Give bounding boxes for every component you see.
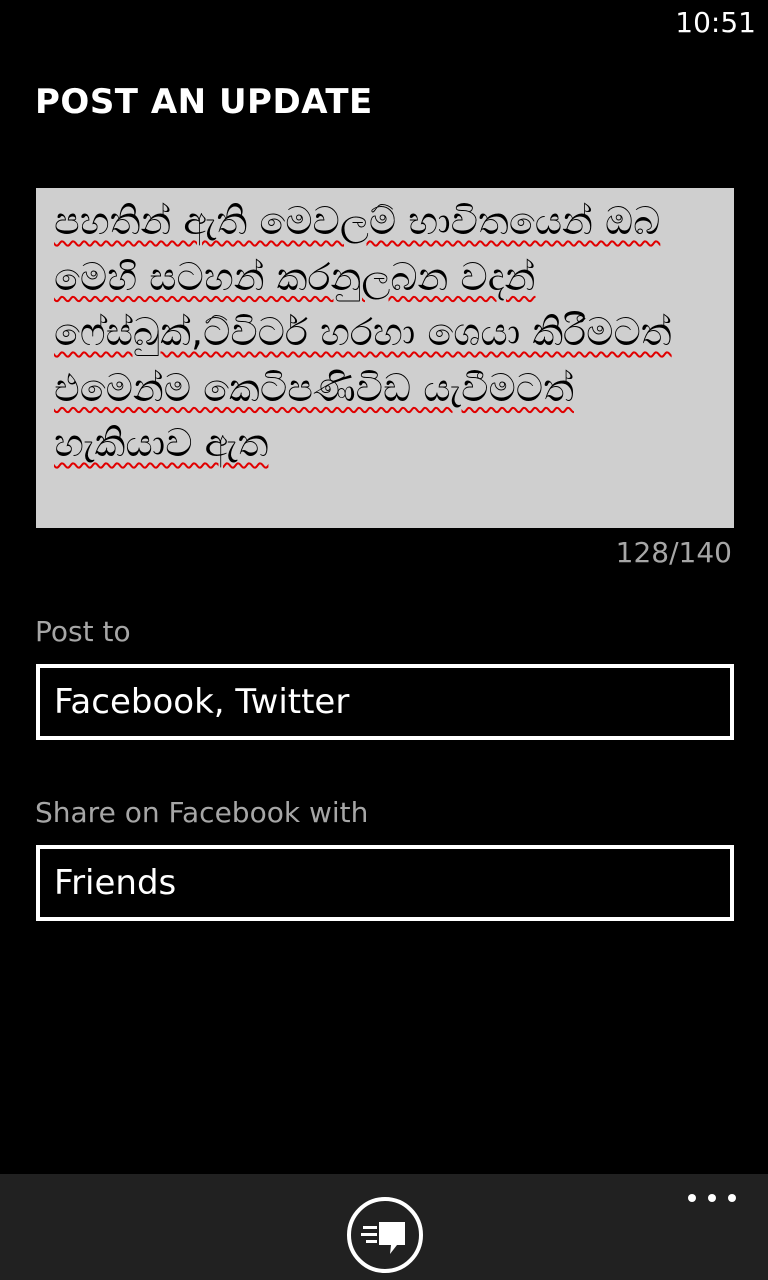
post-message-icon [361, 1222, 405, 1254]
message-text: පහතින් ඇති මෙවලම් භාවිතයෙන් ඔබ මෙහි සටහන… [54, 199, 672, 465]
ellipsis-icon [688, 1194, 696, 1202]
ellipsis-icon [708, 1194, 716, 1202]
post-to-picker[interactable]: Facebook, Twitter [36, 664, 734, 740]
share-with-value: Friends [54, 863, 177, 903]
post-button[interactable] [347, 1197, 423, 1273]
more-options-button[interactable] [688, 1194, 736, 1206]
character-counter: 128/140 [615, 536, 732, 569]
post-to-label: Post to [35, 615, 131, 648]
share-with-label: Share on Facebook with [35, 796, 369, 829]
page-title: POST AN UPDATE [35, 82, 373, 122]
app-bar [0, 1174, 768, 1280]
post-to-value: Facebook, Twitter [54, 682, 350, 722]
message-input[interactable]: පහතින් ඇති මෙවලම් භාවිතයෙන් ඔබ මෙහි සටහන… [36, 188, 734, 528]
share-with-picker[interactable]: Friends [36, 845, 734, 921]
ellipsis-icon [728, 1194, 736, 1202]
status-time: 10:51 [675, 6, 756, 39]
